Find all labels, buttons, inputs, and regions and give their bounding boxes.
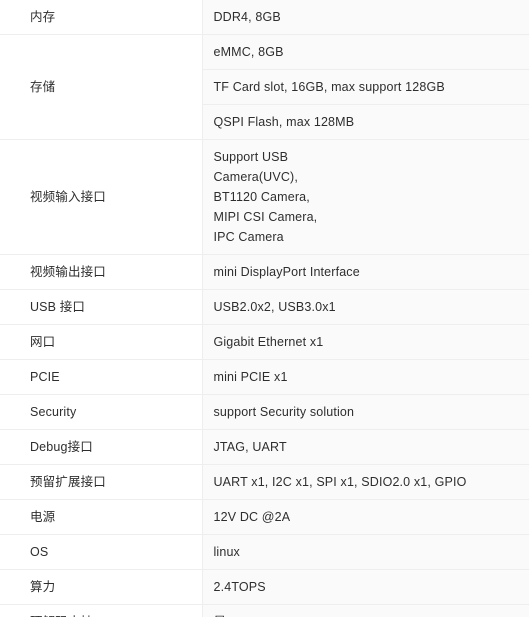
spec-value-cell: QSPI Flash, max 128MB [202, 104, 529, 140]
table-row: 存储 eMMC, 8GB [0, 34, 529, 140]
specification-table: 内存 DDR4, 8GB 存储 eMMC, 8GB TF Card slot, … [0, 0, 529, 617]
spec-value-cell: TF Card slot, 16GB, max support 128GB [202, 69, 529, 105]
spec-value-cell: eMMC, 8GB [202, 34, 529, 70]
spec-value-cell: 2.4TOPS [202, 569, 529, 605]
table-row: 视频输出接口 mini DisplayPort Interface [0, 254, 529, 290]
spec-value-cell: 12V DC @2A [202, 499, 529, 535]
spec-value-cell: UART x1, I2C x1, SPI x1, SDIO2.0 x1, GPI… [202, 464, 529, 500]
table-row: 内存 DDR4, 8GB [0, 0, 529, 35]
spec-label-cell: 视频输出接口 [0, 254, 203, 290]
spec-value-cell: DDR4, 8GB [202, 0, 529, 35]
spec-label-cell: Security [0, 394, 203, 430]
spec-value-cell: mini PCIE x1 [202, 359, 529, 395]
spec-value-cell: 是 [202, 604, 529, 617]
spec-table-body: 内存 DDR4, 8GB 存储 eMMC, 8GB TF Card slot, … [0, 0, 529, 617]
spec-value-cell: linux [202, 534, 529, 570]
spec-label-cell: 算力 [0, 569, 203, 605]
spec-label-cell: 电源 [0, 499, 203, 535]
table-row: 网口 Gigabit Ethernet x1 [0, 324, 529, 360]
spec-label-cell: 硬解码支持 [0, 604, 203, 617]
spec-label-cell: 内存 [0, 0, 203, 35]
spec-label-cell: 预留扩展接口 [0, 464, 203, 500]
spec-value-cell: mini DisplayPort Interface [202, 254, 529, 290]
spec-label-cell: 存储 [0, 34, 203, 140]
spec-label-cell: USB 接口 [0, 289, 203, 325]
table-row: 预留扩展接口 UART x1, I2C x1, SPI x1, SDIO2.0 … [0, 464, 529, 500]
spec-value-cell: JTAG, UART [202, 429, 529, 465]
spec-value-cell: USB2.0x2, USB3.0x1 [202, 289, 529, 325]
table-row: 电源 12V DC @2A [0, 499, 529, 535]
table-row: 硬解码支持 是 [0, 604, 529, 617]
spec-label-cell: OS [0, 534, 203, 570]
spec-label-cell: Debug接口 [0, 429, 203, 465]
spec-value-cell: support Security solution [202, 394, 529, 430]
table-row: 视频输入接口 Support USB Camera(UVC), BT1120 C… [0, 139, 529, 255]
spec-label-cell: 网口 [0, 324, 203, 360]
spec-value-cell: Gigabit Ethernet x1 [202, 324, 529, 360]
table-row: Debug接口 JTAG, UART [0, 429, 529, 465]
table-row: USB 接口 USB2.0x2, USB3.0x1 [0, 289, 529, 325]
table-row: 算力 2.4TOPS [0, 569, 529, 605]
spec-label-cell: 视频输入接口 [0, 139, 203, 255]
spec-value-cell: Support USB Camera(UVC), BT1120 Camera, … [202, 139, 529, 255]
table-row: PCIE mini PCIE x1 [0, 359, 529, 395]
table-row: OS linux [0, 534, 529, 570]
table-row: Security support Security solution [0, 394, 529, 430]
spec-label-cell: PCIE [0, 359, 203, 395]
